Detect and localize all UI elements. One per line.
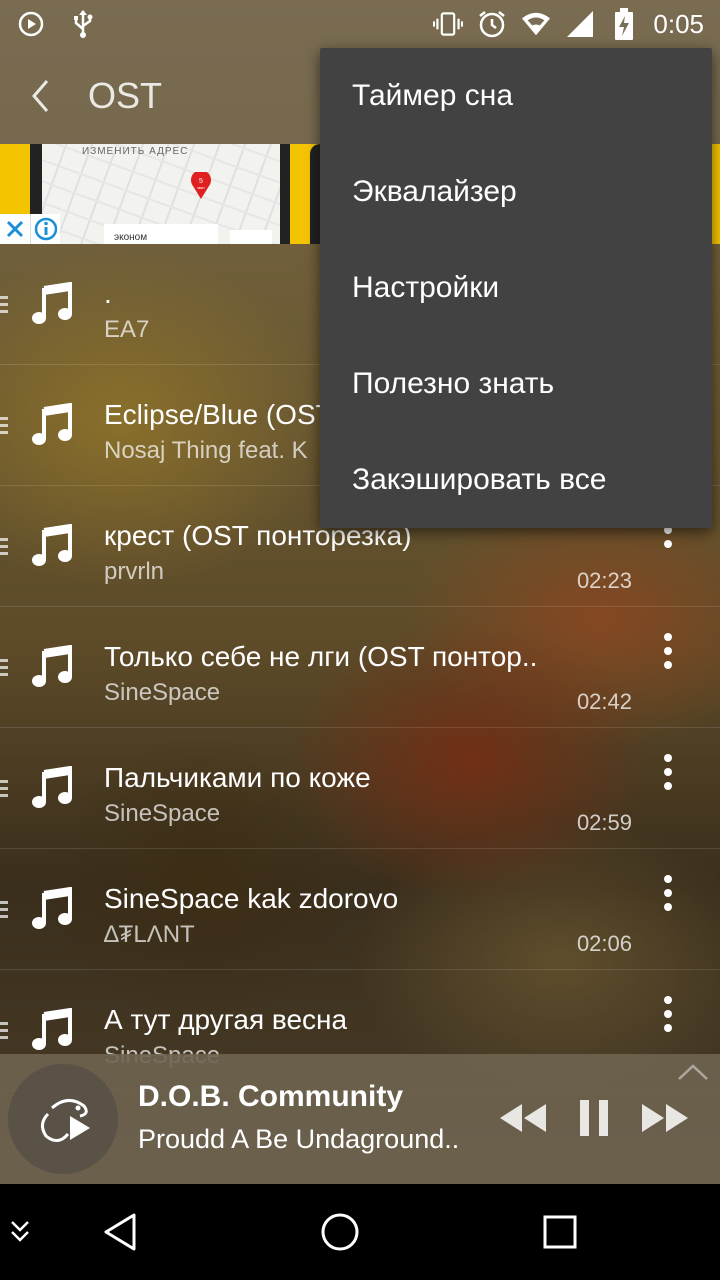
menu-item[interactable]: Полезно знать [320, 336, 712, 432]
clock: 0:05 [653, 8, 704, 39]
music-note-icon [32, 887, 72, 929]
more-vert-icon[interactable] [656, 994, 680, 1034]
ad-close-button[interactable] [0, 214, 30, 244]
home-circle-icon [321, 1213, 359, 1251]
keyboard-hide-button[interactable] [0, 1184, 40, 1280]
menu-item[interactable]: Эквалайзер [320, 144, 712, 240]
drag-handle-icon[interactable] [0, 1018, 8, 1042]
track-title: . [104, 278, 112, 309]
now-playing-subtitle: Proudd A Be Undaground.. [138, 1124, 460, 1154]
music-note-icon [32, 1008, 72, 1050]
track-artist: prvrln [104, 558, 165, 585]
ad-pin-unit: мин [197, 185, 204, 190]
chevron-left-icon [32, 80, 49, 112]
navigation-bar [0, 1184, 720, 1280]
map-pin-icon: 5 мин [191, 172, 211, 199]
ad-card-2 [230, 230, 272, 244]
now-playing-title: D.O.B. Community [138, 1080, 404, 1113]
more-vert-icon[interactable] [656, 873, 680, 913]
menu-item[interactable]: Закэшировать все [320, 432, 712, 528]
music-note-icon [32, 282, 72, 324]
drag-handle-icon[interactable] [0, 897, 8, 921]
track-artist: Nosaj Thing feat. K [104, 437, 308, 464]
more-vert-icon[interactable] [656, 631, 680, 671]
track-title: А тут другая весна [104, 1004, 348, 1035]
menu-item[interactable]: Таймер сна [320, 48, 712, 144]
ad-econ-card: эконом [104, 224, 218, 244]
track-artist: SineSpace [104, 800, 221, 827]
track-duration: 02:42 [576, 689, 632, 714]
track-duration: 02:06 [576, 931, 632, 956]
overflow-menu: Таймер сна Эквалайзер Настройки Полезно зна… [320, 48, 712, 528]
music-note-icon [32, 403, 72, 445]
usb-icon [68, 9, 98, 39]
drag-handle-icon[interactable] [0, 413, 8, 437]
track-title: SineSpace kak zdorovo [104, 883, 399, 914]
drag-handle-icon[interactable] [0, 292, 8, 316]
status-bar: 0:05 [0, 0, 720, 48]
music-note-icon [32, 645, 72, 687]
ad-map-image: ИЗМЕНИТЬ АДРЕС 5 мин эконом [42, 144, 280, 244]
ad-map-label: ИЗМЕНИТЬ АДРЕС [82, 146, 189, 157]
vibrate-icon [433, 9, 464, 39]
pause-button[interactable] [578, 1098, 610, 1138]
rewind-button[interactable] [498, 1102, 548, 1134]
back-button[interactable] [0, 48, 80, 144]
track-artist: ∆₮LΛNT [104, 921, 195, 948]
ad-info-button[interactable] [30, 214, 60, 244]
nav-back-button[interactable] [90, 1184, 150, 1280]
track-row[interactable]: SineSpace kak zdorovo ∆₮LΛNT 02:06 [0, 849, 720, 970]
nav-home-button[interactable] [310, 1184, 370, 1280]
ad-pin-number: 5 [199, 178, 203, 185]
track-artist: EA7 [104, 316, 150, 343]
alarm-icon [477, 9, 507, 39]
nav-recents-button[interactable] [530, 1184, 590, 1280]
drag-handle-icon[interactable] [0, 655, 8, 679]
track-duration: 02:23 [576, 568, 632, 593]
info-icon [34, 217, 57, 241]
music-note-icon [32, 766, 72, 808]
music-note-icon [32, 524, 72, 566]
more-vert-icon[interactable] [656, 752, 680, 792]
play-circle-icon [16, 9, 46, 39]
drag-handle-icon[interactable] [0, 534, 8, 558]
ad-econ-label: эконом [114, 232, 148, 243]
track-artist: SineSpace [104, 679, 221, 706]
fast-forward-button[interactable] [640, 1102, 690, 1134]
page-title: OST [88, 75, 163, 116]
track-title: Eclipse/Blue (OST [104, 399, 333, 430]
chameleon-play-icon [41, 1099, 90, 1142]
back-triangle-icon [104, 1213, 136, 1251]
battery-icon [609, 8, 639, 40]
ad-badge [0, 214, 60, 244]
album-art[interactable] [8, 1064, 118, 1174]
signal-icon [565, 9, 595, 39]
menu-item[interactable]: Настройки [320, 240, 712, 336]
wifi-icon [521, 9, 551, 39]
double-chevron-down-icon [11, 1221, 29, 1242]
close-icon [6, 220, 24, 238]
track-duration: 02:59 [576, 810, 632, 835]
recents-square-icon [543, 1215, 577, 1249]
track-row[interactable]: Только себе не лги (OST понтор.. SineSpac… [0, 607, 720, 728]
track-title: Пальчиками по коже [104, 762, 371, 793]
drag-handle-icon[interactable] [0, 776, 8, 800]
track-title: Только себе не лги (OST понтор.. [104, 641, 538, 672]
track-row[interactable]: Пальчиками по коже SineSpace 02:59 [0, 728, 720, 849]
now-playing-bar[interactable]: D.O.B. Community Proudd A Be Undaground.… [0, 1054, 720, 1184]
chevron-up-icon[interactable] [676, 1060, 710, 1084]
